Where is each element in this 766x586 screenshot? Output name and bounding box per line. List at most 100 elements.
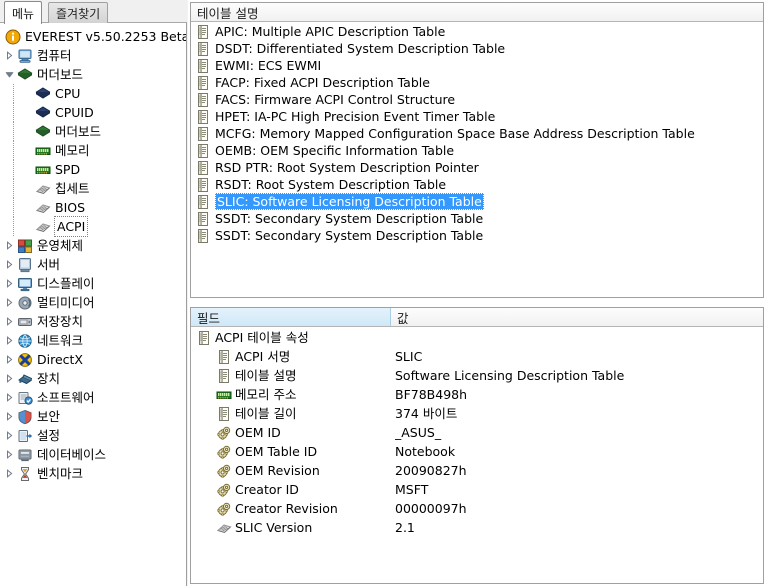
table-list-row[interactable]: HPET: IA-PC High Precision Event Timer T… [191, 108, 763, 125]
tree-item-9[interactable]: ACPI [0, 216, 186, 237]
memory-icon [34, 162, 51, 178]
detail-field-label: 테이블 길이 [235, 406, 297, 421]
detail-row[interactable]: OEM Revision 20090827h [191, 461, 763, 480]
gear-icon [215, 444, 232, 460]
table-list-row[interactable]: FACP: Fixed ACPI Description Table [191, 74, 763, 91]
table-list-row[interactable]: RSDT: Root System Description Table [191, 176, 763, 193]
tree-item-21[interactable]: 데이터베이스 [0, 445, 186, 464]
chevron-right-icon[interactable] [4, 50, 15, 61]
tree-item-11[interactable]: 서버 [0, 255, 186, 274]
detail-row[interactable]: 테이블 길이 374 바이트 [191, 404, 763, 423]
table-list-row[interactable]: SSDT: Secondary System Description Table [191, 227, 763, 244]
tree-item-label: CPUID [55, 105, 94, 120]
chevron-right-icon[interactable] [4, 316, 15, 327]
chevron-right-icon[interactable] [4, 259, 15, 270]
memory-icon [215, 387, 232, 403]
detail-field-cell: OEM Revision [191, 461, 395, 480]
tree-item-20[interactable]: 설정 [0, 426, 186, 445]
tree-guide-line [13, 122, 14, 141]
detail-row[interactable]: OEM Table ID Notebook [191, 442, 763, 461]
acpi-table-rows[interactable]: APIC: Multiple APIC Description Table DSD… [191, 23, 763, 297]
detail-field-label: OEM Table ID [235, 444, 318, 459]
detail-value-cell: 20090827h [395, 463, 467, 478]
memory-icon [34, 143, 51, 159]
tree-item-label: 데이터베이스 [37, 447, 107, 462]
tab-menu[interactable]: 메뉴 [4, 1, 43, 24]
tree-item-3[interactable]: CPUID [0, 103, 186, 122]
tree-item-4[interactable]: 머더보드 [0, 122, 186, 141]
tree-root-label: EVEREST v5.50.2253 Beta [25, 29, 187, 44]
tree-item-2[interactable]: CPU [0, 84, 186, 103]
acpi-detail-rows[interactable]: ACPI 테이블 속성 ACPI 서명 SLIC 테이블 설명 Software Lic… [191, 328, 763, 583]
table-list-row[interactable]: SSDT: Secondary System Description Table [191, 210, 763, 227]
detail-row[interactable]: SLIC Version 2.1 [191, 518, 763, 537]
tree-item-14[interactable]: 저장장치 [0, 312, 186, 331]
detail-value-cell: _ASUS_ [395, 425, 442, 440]
tab-favorites[interactable]: 즐겨찾기 [48, 2, 109, 23]
chevron-right-icon[interactable] [4, 373, 15, 384]
chevron-right-icon[interactable] [4, 240, 15, 251]
tree-item-0[interactable]: 컴퓨터 [0, 46, 186, 65]
tree-item-12[interactable]: 디스플레이 [0, 274, 186, 293]
chevron-right-icon[interactable] [4, 411, 15, 422]
tree-item-15[interactable]: 네트워크 [0, 331, 186, 350]
chevron-right-icon[interactable] [4, 278, 15, 289]
tree-item-5[interactable]: 메모리 [0, 141, 186, 160]
tree-item-17[interactable]: 장치 [0, 369, 186, 388]
tree-item-22[interactable]: 벤치마크 [0, 464, 186, 483]
tree-item-1[interactable]: 머더보드 [0, 65, 186, 84]
spacer-icon [22, 126, 33, 137]
table-list-row-label: FACS: Firmware ACPI Control Structure [215, 92, 456, 107]
table-list-row[interactable]: MCFG: Memory Mapped Configuration Space … [191, 125, 763, 142]
spacer-icon [22, 88, 33, 99]
detail-row[interactable]: Creator Revision 00000097h [191, 499, 763, 518]
detail-row[interactable]: 테이블 설명 Software Licensing Description Tab… [191, 366, 763, 385]
table-list-row[interactable]: EWMI: ECS EWMI [191, 57, 763, 74]
tree-item-label: 칩세트 [55, 181, 90, 196]
table-icon [195, 109, 211, 124]
table-list-row[interactable]: RSD PTR: Root System Description Pointer [191, 159, 763, 176]
detail-row[interactable]: ACPI 테이블 속성 [191, 328, 763, 347]
table-list-row[interactable]: SLIC: Software Licensing Description Tab… [191, 193, 763, 210]
table-icon [215, 406, 232, 422]
navigation-tree[interactable]: EVEREST v5.50.2253 Beta 컴퓨터 머더보드 CPU CPUID 머… [0, 23, 187, 586]
detail-row[interactable]: Creator ID MSFT [191, 480, 763, 499]
tree-item-18[interactable]: 소프트웨어 [0, 388, 186, 407]
tree-root-node[interactable]: EVEREST v5.50.2253 Beta [0, 27, 186, 46]
detail-row[interactable]: ACPI 서명 SLIC [191, 347, 763, 366]
detail-field-cell: OEM Table ID [191, 442, 395, 461]
tree-item-label: 저장장치 [37, 314, 84, 329]
tree-item-19[interactable]: 보안 [0, 407, 186, 426]
chevron-right-icon[interactable] [4, 297, 15, 308]
table-list-row[interactable]: APIC: Multiple APIC Description Table [191, 23, 763, 40]
chevron-right-icon[interactable] [4, 449, 15, 460]
table-list-row-label: HPET: IA-PC High Precision Event Timer T… [215, 109, 496, 124]
tree-guide-line [13, 141, 14, 160]
detail-row[interactable]: OEM ID _ASUS_ [191, 423, 763, 442]
tree-item-label: SPD [55, 162, 81, 177]
chevron-right-icon[interactable] [4, 468, 15, 479]
column-header-value[interactable]: 값 [391, 308, 763, 326]
tree-item-16[interactable]: DirectX [0, 350, 186, 369]
tree-item-10[interactable]: 운영체제 [0, 236, 186, 255]
detail-value-cell: BF78B498h [395, 387, 468, 402]
chevron-right-icon[interactable] [4, 392, 15, 403]
table-list-row[interactable]: FACS: Firmware ACPI Control Structure [191, 91, 763, 108]
table-list-row[interactable]: DSDT: Differentiated System Description … [191, 40, 763, 57]
tree-item-13[interactable]: 멀티미디어 [0, 293, 186, 312]
column-header-field[interactable]: 필드 [191, 308, 391, 326]
chevron-down-icon[interactable] [4, 69, 15, 80]
column-header-table-description[interactable]: 테이블 설명 [191, 3, 763, 21]
chevron-right-icon[interactable] [4, 430, 15, 441]
spacer-icon [22, 164, 33, 175]
table-list-row[interactable]: OEMB: OEM Specific Information Table [191, 142, 763, 159]
chevron-right-icon[interactable] [4, 335, 15, 346]
tree-item-8[interactable]: BIOS [0, 198, 186, 217]
table-icon [195, 92, 211, 107]
detail-row[interactable]: 메모리 주소 BF78B498h [191, 385, 763, 404]
chevron-right-icon[interactable] [4, 354, 15, 365]
table-icon [195, 177, 211, 192]
tree-item-6[interactable]: SPD [0, 160, 186, 179]
gear-icon [215, 425, 232, 441]
tree-item-7[interactable]: 칩세트 [0, 179, 186, 198]
